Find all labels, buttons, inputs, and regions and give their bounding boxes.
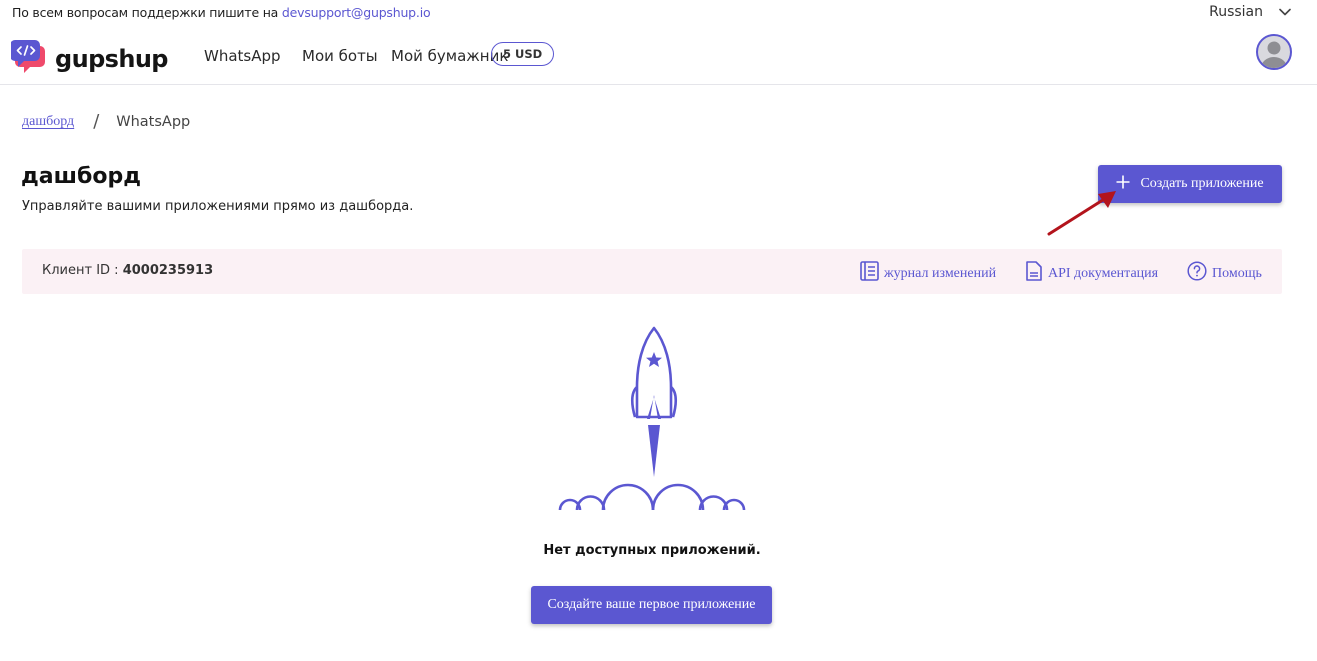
help-link[interactable]: Помощь: [1187, 261, 1262, 286]
client-id-value: 4000235913: [122, 263, 214, 278]
client-id: Клиент ID : 4000235913: [42, 263, 213, 278]
page-title: дашборд: [21, 164, 141, 189]
help-label: Помощь: [1212, 265, 1262, 281]
changelog-label: журнал изменений: [884, 265, 997, 281]
journal-icon: [860, 261, 879, 286]
breadcrumb-current: WhatsApp: [116, 113, 191, 130]
top-navbar: gupshup WhatsApp Мои боты Мой бумажник 5…: [0, 30, 1317, 85]
support-text: По всем вопросам поддержки пишите на: [12, 5, 279, 20]
help-circle-icon: [1187, 261, 1207, 286]
create-app-label: Создать приложение: [1140, 176, 1264, 191]
client-id-label: Клиент ID :: [42, 263, 119, 278]
language-selector[interactable]: Russian: [1209, 4, 1291, 20]
api-docs-label: API документация: [1048, 265, 1159, 281]
breadcrumb-dashboard-link[interactable]: дашборд: [22, 114, 74, 130]
brand-logo[interactable]: gupshup: [10, 37, 168, 80]
client-info-bar: Клиент ID : 4000235913 журнал изменений …: [22, 249, 1282, 294]
wallet-balance-badge[interactable]: 5 USD: [491, 42, 555, 66]
changelog-link[interactable]: журнал изменений: [860, 261, 996, 286]
chevron-down-icon: [1279, 8, 1291, 16]
support-bar: По всем вопросам поддержки пишите на dev…: [12, 5, 431, 20]
support-email-link[interactable]: devsupport@gupshup.io: [282, 5, 431, 20]
plus-icon: [1116, 175, 1130, 194]
user-avatar-icon[interactable]: [1256, 34, 1292, 70]
code-chat-bubble-logo-icon: [10, 37, 49, 80]
empty-state-text: Нет доступных приложений.: [543, 543, 761, 558]
page-subtitle: Управляйте вашими приложениями прямо из …: [22, 199, 414, 214]
nav-whatsapp[interactable]: WhatsApp: [204, 47, 281, 65]
breadcrumb-separator: /: [93, 111, 100, 132]
language-label: Russian: [1209, 4, 1263, 20]
create-app-button[interactable]: Создать приложение: [1098, 165, 1282, 203]
breadcrumb: дашборд / WhatsApp: [22, 111, 190, 132]
nav-my-bots[interactable]: Мои боты: [302, 47, 378, 65]
brand-name: gupshup: [55, 44, 168, 73]
create-first-app-button[interactable]: Создайте ваше первое приложение: [531, 586, 772, 624]
rocket-launch-icon: [557, 325, 749, 520]
api-docs-link[interactable]: API документация: [1025, 261, 1158, 286]
document-icon: [1025, 261, 1043, 286]
